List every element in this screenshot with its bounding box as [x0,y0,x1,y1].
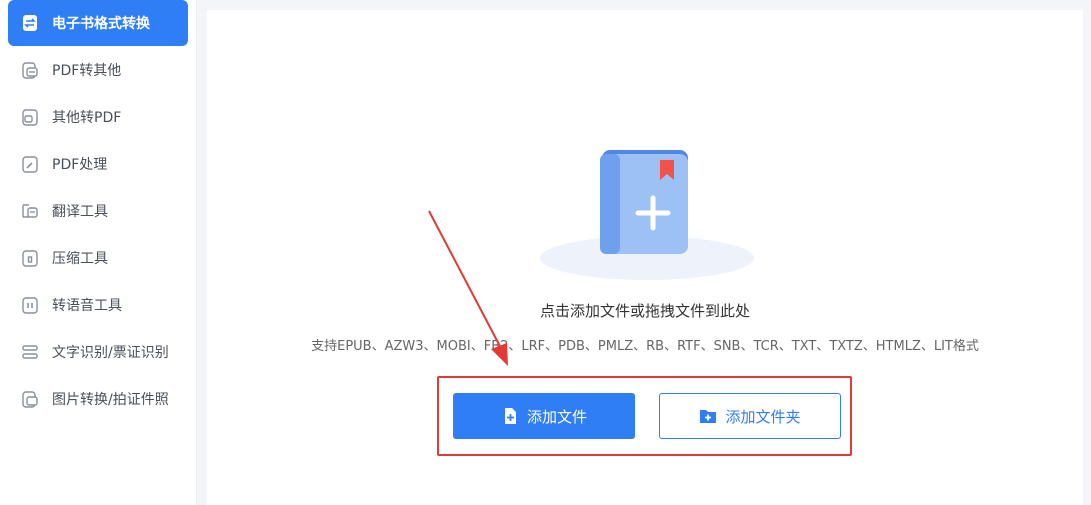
supported-formats-text: 支持EPUB、AZW3、MOBI、FB2、LRF、PDB、PMLZ、RB、RTF… [311,339,979,354]
sidebar-item-label: 文字识别/票证识别 [52,345,169,361]
sidebar-item-label: 压缩工具 [52,251,108,267]
other-to-pdf-icon [20,107,40,127]
folder-add-icon [700,410,717,423]
ebook-convert-icon [20,13,40,33]
sidebar-item-audio[interactable]: 转语音工具 [8,282,188,328]
add-file-button[interactable]: 添加文件 [453,393,635,439]
sidebar-item-label: 电子书格式转换 [52,16,150,32]
sidebar-item-compress[interactable]: 压缩工具 [8,235,188,281]
translate-icon [20,201,40,221]
sidebar-item-ocr[interactable]: 文字识别/票证识别 [8,329,188,375]
sidebar-item-label: 翻译工具 [52,204,108,220]
image-icon [20,389,40,409]
sidebar-item-label: 图片转换/拍证件照 [52,392,169,408]
sidebar-item-pdf-to-other[interactable]: PDF转其他 [8,47,188,93]
sidebar-item-image[interactable]: 图片转换/拍证件照 [8,376,188,422]
sidebar-item-ebook-convert[interactable]: 电子书格式转换 [8,0,188,46]
book-add-icon [540,150,754,280]
sidebar-item-other-to-pdf[interactable]: 其他转PDF [8,94,188,140]
sidebar-item-label: PDF处理 [52,157,108,173]
sidebar-item-translate[interactable]: 翻译工具 [8,188,188,234]
sidebar: 电子书格式转换 PDF转其他 其他转PDF PDF处理 翻译工具 压缩工具 转语… [0,0,197,505]
ocr-icon [20,342,40,362]
audio-icon [20,295,40,315]
drop-zone[interactable]: 点击添加文件或拖拽文件到此处 支持EPUB、AZW3、MOBI、FB2、LRF、… [207,10,1083,505]
add-file-label: 添加文件 [526,407,587,426]
pdf-edit-icon [20,154,40,174]
file-add-icon [504,408,516,424]
sidebar-item-pdf-process[interactable]: PDF处理 [8,141,188,187]
drop-hint-text: 点击添加文件或拖拽文件到此处 [539,302,750,320]
sidebar-item-label: PDF转其他 [52,63,122,79]
add-folder-label: 添加文件夹 [725,407,801,426]
add-folder-button[interactable]: 添加文件夹 [659,393,841,439]
pdf-to-other-icon [20,60,40,80]
sidebar-item-label: 其他转PDF [52,110,122,126]
compress-icon [20,248,40,268]
sidebar-item-label: 转语音工具 [52,298,122,314]
